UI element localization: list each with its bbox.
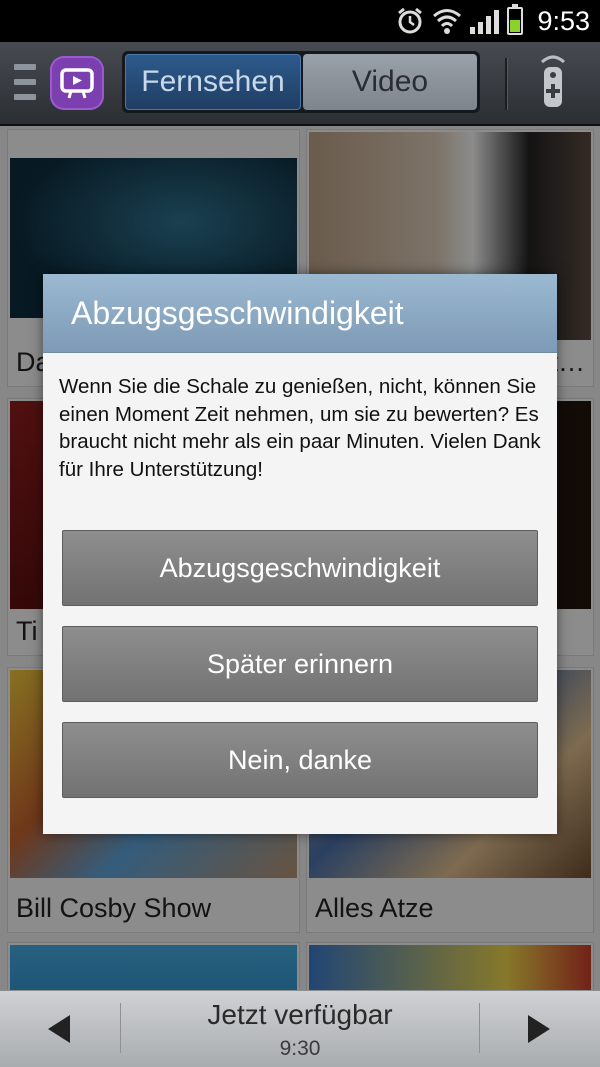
- bottom-divider: [479, 1003, 480, 1053]
- wifi-icon: [433, 9, 462, 34]
- remind-later-button[interactable]: Später erinnern: [62, 626, 538, 702]
- no-thanks-button[interactable]: Nein, danke: [62, 722, 538, 798]
- tab-fernsehen[interactable]: Fernsehen: [125, 54, 301, 110]
- status-clock: 9:53: [537, 5, 590, 36]
- signal-icon: [470, 8, 500, 34]
- dialog-message: Wenn Sie die Schale zu genießen, nicht, …: [59, 375, 541, 481]
- battery-icon: [507, 4, 524, 35]
- bottom-bar: Jetzt verfügbar 9:30: [0, 990, 600, 1067]
- remote-control-icon[interactable]: [538, 54, 568, 110]
- action-divider: [505, 58, 507, 110]
- now-available-time: 9:30: [279, 1037, 321, 1060]
- rating-dialog: Abzugsgeschwindigkeit Wenn Sie die Schal…: [43, 274, 557, 834]
- app-logo[interactable]: [50, 56, 104, 110]
- dialog-title: Abzugsgeschwindigkeit: [43, 274, 557, 353]
- menu-icon[interactable]: [14, 64, 36, 100]
- now-available-label: Jetzt verfügbar: [207, 999, 393, 1030]
- status-bar: 9:53: [0, 0, 600, 42]
- next-arrow-icon[interactable]: [528, 1015, 550, 1043]
- action-bar: Fernsehen Video: [0, 42, 600, 126]
- view-switcher: Fernsehen Video: [122, 51, 480, 113]
- previous-arrow-icon[interactable]: [48, 1015, 70, 1043]
- rate-button[interactable]: Abzugsgeschwindigkeit: [62, 530, 538, 606]
- tab-video[interactable]: Video: [303, 54, 477, 110]
- alarm-icon: [398, 7, 423, 34]
